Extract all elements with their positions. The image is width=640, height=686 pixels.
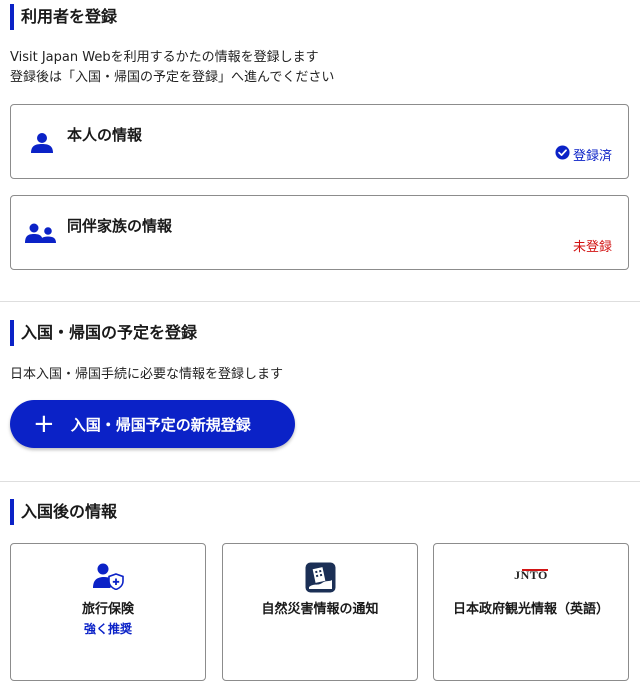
person-shield-icon xyxy=(11,562,205,590)
registrants-description-line1: Visit Japan Webを利用するかたの情報を登録します xyxy=(10,50,319,65)
companion-info-card[interactable]: 同伴家族の情報 未登録 xyxy=(10,195,629,270)
section-title-registrants: 利用者を登録 xyxy=(10,4,117,30)
jnto-tourism-info-label: 日本政府観光情報（英語） xyxy=(452,602,609,617)
self-info-title: 本人の情報 xyxy=(67,126,143,144)
strongly-recommended-badge: 強く推奨 xyxy=(83,622,132,636)
section-divider xyxy=(0,301,640,302)
disaster-alert-icon xyxy=(223,562,417,593)
plus-icon: + xyxy=(33,409,55,439)
new-schedule-registration-label: 入国・帰国予定の新規登録 xyxy=(70,415,251,434)
jnto-logo-text: JNTO xyxy=(514,568,548,582)
section-title-schedule: 入国・帰国の予定を登録 xyxy=(10,320,197,346)
disaster-notification-tile[interactable]: 自然災害情報の通知 xyxy=(222,543,418,681)
family-icon xyxy=(24,222,58,248)
section-divider xyxy=(0,481,640,482)
self-info-card[interactable]: 本人の情報 登録済 xyxy=(10,104,629,179)
new-schedule-registration-button[interactable]: + 入国・帰国予定の新規登録 xyxy=(10,400,295,448)
disaster-notification-label: 自然災害情報の通知 xyxy=(261,602,379,617)
section-title-after-entry: 入国後の情報 xyxy=(10,499,117,525)
person-icon xyxy=(30,132,54,158)
travel-insurance-tile[interactable]: 旅行保険 強く推奨 xyxy=(10,543,206,681)
check-circle-icon xyxy=(555,145,570,164)
schedule-description: 日本入国・帰国手続に必要な情報を登録します xyxy=(10,367,284,382)
registered-status-text: 登録済 xyxy=(572,149,612,164)
registered-status-badge: 登録済 xyxy=(555,145,612,164)
registrants-description-line2: 登録後は「入国・帰国の予定を登録」へ進んでください xyxy=(10,70,335,85)
companion-info-title: 同伴家族の情報 xyxy=(67,217,173,235)
jnto-tourism-info-tile[interactable]: JNTO 日本政府観光情報（英語） xyxy=(433,543,629,681)
unregistered-status-badge: 未登録 xyxy=(572,240,612,255)
jnto-logo: JNTO xyxy=(434,568,628,583)
travel-insurance-label: 旅行保険 xyxy=(81,602,134,617)
